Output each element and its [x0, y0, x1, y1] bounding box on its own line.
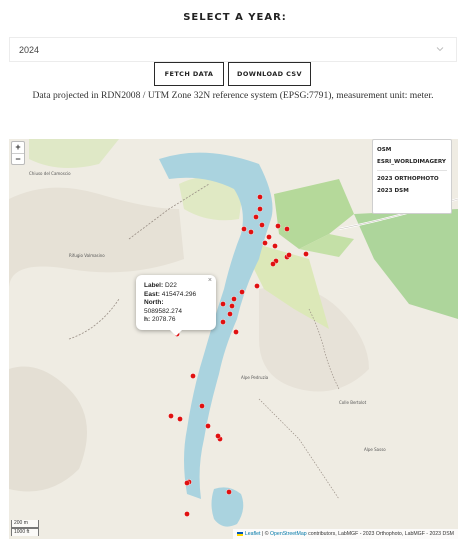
fetch-data-button[interactable]: FETCH DATA	[154, 62, 224, 86]
scale-imperial: 1000 ft	[11, 528, 39, 536]
layer-divider	[377, 170, 447, 171]
popup-east-value: 415474.296	[161, 290, 197, 298]
survey-point-marker[interactable]	[205, 423, 211, 429]
popup-north-key: North:	[144, 299, 164, 307]
place-label-camoscio: Chiuso del Camoscio	[29, 171, 71, 176]
survey-point-marker[interactable]	[184, 480, 190, 486]
popup-label-key: Label:	[144, 282, 164, 289]
popup-tip	[170, 330, 182, 336]
survey-point-marker[interactable]	[190, 373, 196, 379]
survey-point-marker[interactable]	[253, 214, 259, 220]
page-title: SELECT A YEAR:	[183, 12, 287, 23]
survey-point-marker[interactable]	[248, 229, 254, 235]
survey-point-marker[interactable]	[220, 319, 226, 325]
survey-point-marker[interactable]	[262, 240, 268, 246]
year-select[interactable]: 2024	[9, 37, 457, 62]
survey-point-marker[interactable]	[239, 289, 245, 295]
zoom-in-button[interactable]: +	[12, 142, 24, 153]
layer-osm[interactable]: OSM	[377, 144, 451, 156]
place-label-pedruzia: Alpe Pedruzia	[241, 375, 269, 380]
projection-note: Data projected in RDN2008 / UTM Zone 32N…	[32, 90, 434, 101]
survey-point-marker[interactable]	[284, 226, 290, 232]
survey-point-marker[interactable]	[215, 433, 221, 439]
ukraine-flag-icon	[236, 531, 243, 536]
survey-point-marker[interactable]	[199, 403, 205, 409]
survey-point-marker[interactable]	[266, 234, 272, 240]
place-label-rifugio: Rifugio Valmasino	[69, 253, 105, 258]
survey-point-marker[interactable]	[184, 511, 190, 517]
place-label-sasso: Alpe Sasso	[364, 447, 386, 452]
popup-label-value: D22	[164, 282, 177, 289]
copyright-symbol: ©	[264, 531, 269, 537]
survey-point-marker[interactable]	[231, 296, 237, 302]
point-popup: × Label: D22 East: 415474.296 North: 508…	[136, 275, 216, 330]
popup-north-value: 5089582.274	[144, 307, 182, 315]
osm-link[interactable]: OpenStreetMap	[270, 531, 307, 537]
zoom-control: + −	[11, 141, 25, 165]
survey-point-marker[interactable]	[270, 261, 276, 267]
survey-point-marker[interactable]	[241, 226, 247, 232]
scale-metric: 200 m	[11, 520, 39, 528]
survey-point-marker[interactable]	[177, 416, 183, 422]
scale-bar: 200 m 1000 ft	[11, 520, 39, 536]
map-view[interactable]: Rifugio Valmasino Alpe Pedruzia Colle Be…	[9, 139, 458, 539]
layer-switcher: OSM ESRI_WORLDIMAGERY 2023 ORTHOPHOTO 20…	[372, 139, 452, 214]
popup-east-key: East:	[144, 290, 160, 298]
year-select-value: 2024	[19, 44, 40, 55]
survey-point-marker[interactable]	[303, 251, 309, 257]
survey-point-marker[interactable]	[257, 206, 263, 212]
map-attribution: Leaflet | © OpenStreetMap contributors, …	[232, 529, 458, 539]
survey-point-marker[interactable]	[254, 283, 260, 289]
attribution-separator: |	[261, 531, 264, 537]
layer-2023-orthophoto[interactable]: 2023 ORTHOPHOTO	[377, 173, 451, 185]
survey-point-marker[interactable]	[233, 329, 239, 335]
attribution-text: contributors, LabMGF - 2023 Orthophoto, …	[308, 531, 454, 537]
chevron-down-icon	[436, 47, 444, 52]
survey-point-marker[interactable]	[226, 489, 232, 495]
survey-point-marker[interactable]	[275, 223, 281, 229]
place-label-bertolot: Colle Bertolot	[339, 400, 367, 405]
leaflet-link[interactable]: Leaflet	[245, 531, 261, 537]
survey-point-marker[interactable]	[257, 194, 263, 200]
survey-point-marker[interactable]	[286, 252, 292, 258]
survey-point-marker[interactable]	[272, 243, 278, 249]
survey-point-marker[interactable]	[227, 311, 233, 317]
download-csv-button[interactable]: DOWNLOAD CSV	[228, 62, 311, 86]
layer-2023-dsm[interactable]: 2023 DSM	[377, 185, 451, 197]
survey-point-marker[interactable]	[259, 222, 265, 228]
survey-point-marker[interactable]	[168, 413, 174, 419]
popup-h-value: 2078.76	[151, 316, 176, 324]
survey-point-marker[interactable]	[220, 301, 226, 307]
survey-point-marker[interactable]	[229, 303, 235, 309]
popup-h-key: h:	[144, 316, 151, 324]
layer-esri-worldimagery[interactable]: ESRI_WORLDIMAGERY	[377, 156, 451, 168]
close-icon[interactable]: ×	[208, 277, 212, 286]
zoom-out-button[interactable]: −	[12, 153, 24, 164]
